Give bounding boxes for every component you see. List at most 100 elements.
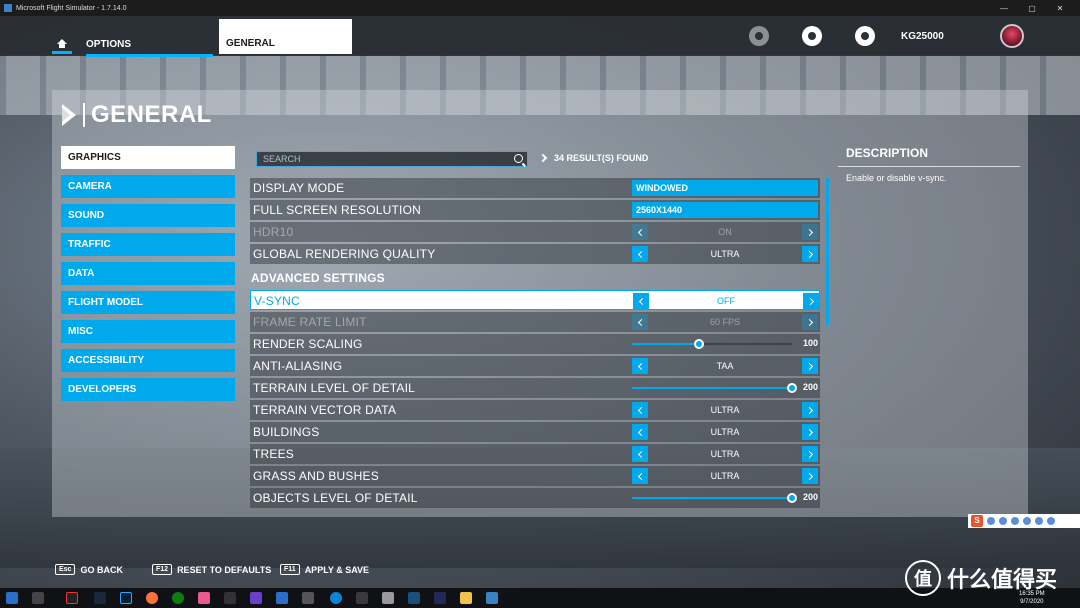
setting-display-mode[interactable]: DISPLAY MODE WINDOWED xyxy=(250,178,820,198)
chevron-left-icon xyxy=(632,314,648,330)
slider-handle[interactable] xyxy=(787,383,797,393)
app-icon[interactable] xyxy=(408,592,420,604)
home-icon xyxy=(57,38,67,48)
mic-icon[interactable] xyxy=(1011,517,1019,525)
app-icon[interactable] xyxy=(356,592,368,604)
keyboard-icon[interactable] xyxy=(1023,517,1031,525)
chevron-left-icon[interactable] xyxy=(632,424,648,440)
render-scaling-slider[interactable]: 100 xyxy=(632,336,818,352)
home-button[interactable] xyxy=(52,34,72,54)
reset-defaults-button[interactable]: F12 RESET TO DEFAULTS xyxy=(152,564,271,575)
settings-rows: DISPLAY MODE WINDOWED FULL SCREEN RESOLU… xyxy=(250,178,820,510)
language-icon[interactable] xyxy=(987,517,995,525)
chevron-left-icon[interactable] xyxy=(632,246,648,262)
chevron-right-icon[interactable] xyxy=(803,293,819,309)
system-clock[interactable]: 16:35 PM 9/7/2020 xyxy=(1019,590,1045,606)
category-graphics[interactable]: GRAPHICS xyxy=(61,146,235,169)
anti-aliasing-selector[interactable]: TAA xyxy=(632,358,818,374)
nav-options[interactable]: OPTIONS xyxy=(78,34,213,57)
category-developers[interactable]: DEVELOPERS xyxy=(61,378,235,401)
setting-buildings[interactable]: BUILDINGS ULTRA xyxy=(250,422,820,442)
setting-render-scaling[interactable]: RENDER SCALING 100 xyxy=(250,334,820,354)
minimize-icon[interactable]: — xyxy=(990,4,1018,13)
flight-simulator-icon[interactable] xyxy=(486,592,498,604)
chevron-left-icon[interactable] xyxy=(632,402,648,418)
setting-vsync[interactable]: V-SYNC OFF xyxy=(250,290,820,310)
key-hint: F12 xyxy=(152,564,173,575)
category-sound[interactable]: SOUND xyxy=(61,204,235,227)
category-data[interactable]: DATA xyxy=(61,262,235,285)
buildings-selector[interactable]: ULTRA xyxy=(632,424,818,440)
setting-global-quality[interactable]: GLOBAL RENDERING QUALITY ULTRA xyxy=(250,244,820,264)
chevron-right-icon[interactable] xyxy=(802,446,818,462)
terrain-lod-slider[interactable]: 200 xyxy=(632,380,818,396)
chevron-left-icon[interactable] xyxy=(632,468,648,484)
qq-icon[interactable] xyxy=(66,592,78,604)
skin-icon[interactable] xyxy=(1035,517,1043,525)
app-icon[interactable] xyxy=(434,592,446,604)
search-input[interactable]: SEARCH xyxy=(256,151,528,167)
slider-handle[interactable] xyxy=(694,339,704,349)
avatar[interactable] xyxy=(1000,24,1024,48)
ime-toolbar[interactable]: S xyxy=(968,514,1080,528)
chevron-left-icon[interactable] xyxy=(632,446,648,462)
settings-scrollbar[interactable] xyxy=(826,178,829,325)
terrain-vector-selector[interactable]: ULTRA xyxy=(632,402,818,418)
app-icon[interactable] xyxy=(224,592,236,604)
maximize-icon[interactable]: ▢ xyxy=(1018,4,1046,13)
trees-selector[interactable]: ULTRA xyxy=(632,446,818,462)
setting-resolution[interactable]: FULL SCREEN RESOLUTION 2560X1440 xyxy=(250,200,820,220)
tab-general[interactable]: GENERAL xyxy=(219,19,352,54)
category-traffic[interactable]: TRAFFIC xyxy=(61,233,235,256)
app-icon[interactable] xyxy=(276,592,288,604)
objects-lod-slider[interactable]: 200 xyxy=(632,490,818,506)
xbox-icon[interactable] xyxy=(172,592,184,604)
app-icon[interactable] xyxy=(198,592,210,604)
setting-grass[interactable]: GRASS AND BUSHES ULTRA xyxy=(250,466,820,486)
edge-icon[interactable] xyxy=(330,592,342,604)
vsync-selector[interactable]: OFF xyxy=(633,293,819,309)
tools-icon[interactable] xyxy=(1047,517,1055,525)
search-taskbar-icon[interactable] xyxy=(32,592,44,604)
resolution-dropdown[interactable]: 2560X1440 xyxy=(632,202,818,218)
category-misc[interactable]: MISC xyxy=(61,320,235,343)
chevron-left-icon[interactable] xyxy=(633,293,649,309)
chevron-left-icon[interactable] xyxy=(632,358,648,374)
friends-icon[interactable] xyxy=(749,26,769,46)
apply-save-button[interactable]: F11 APPLY & SAVE xyxy=(280,564,369,575)
photoshop-icon[interactable] xyxy=(120,592,132,604)
steam-icon[interactable] xyxy=(94,592,106,604)
grass-selector[interactable]: ULTRA xyxy=(632,468,818,484)
setting-terrain-vector[interactable]: TERRAIN VECTOR DATA ULTRA xyxy=(250,400,820,420)
setting-terrain-lod[interactable]: TERRAIN LEVEL OF DETAIL 200 xyxy=(250,378,820,398)
search-icon[interactable] xyxy=(514,154,523,163)
app-icon[interactable] xyxy=(382,592,394,604)
setting-anti-aliasing[interactable]: ANTI-ALIASING TAA xyxy=(250,356,820,376)
chevron-right-icon[interactable] xyxy=(802,424,818,440)
setting-objects-lod[interactable]: OBJECTS LEVEL OF DETAIL 200 xyxy=(250,488,820,508)
chevron-right-icon[interactable] xyxy=(802,246,818,262)
category-camera[interactable]: CAMERA xyxy=(61,175,235,198)
global-quality-selector[interactable]: ULTRA xyxy=(632,246,818,262)
notifications-icon[interactable] xyxy=(855,26,875,46)
chevron-right-icon[interactable] xyxy=(802,402,818,418)
chevron-right-icon[interactable] xyxy=(802,358,818,374)
profile-icon[interactable] xyxy=(802,26,822,46)
sogou-icon[interactable]: S xyxy=(971,515,983,527)
setting-trees[interactable]: TREES ULTRA xyxy=(250,444,820,464)
category-flight-model[interactable]: FLIGHT MODEL xyxy=(61,291,235,314)
chevron-right-icon[interactable] xyxy=(802,468,818,484)
setting-label: V-SYNC xyxy=(254,294,300,308)
display-mode-dropdown[interactable]: WINDOWED xyxy=(632,180,818,196)
setting-label: OBJECTS LEVEL OF DETAIL xyxy=(253,491,418,505)
close-icon[interactable]: ✕ xyxy=(1046,4,1074,13)
firefox-icon[interactable] xyxy=(146,592,158,604)
emoji-icon[interactable] xyxy=(999,517,1007,525)
slider-handle[interactable] xyxy=(787,493,797,503)
go-back-button[interactable]: Esc GO BACK xyxy=(55,564,123,575)
category-accessibility[interactable]: ACCESSIBILITY xyxy=(61,349,235,372)
file-explorer-icon[interactable] xyxy=(460,592,472,604)
app-icon[interactable] xyxy=(250,592,262,604)
app-icon[interactable] xyxy=(302,592,314,604)
start-icon[interactable] xyxy=(6,592,18,604)
